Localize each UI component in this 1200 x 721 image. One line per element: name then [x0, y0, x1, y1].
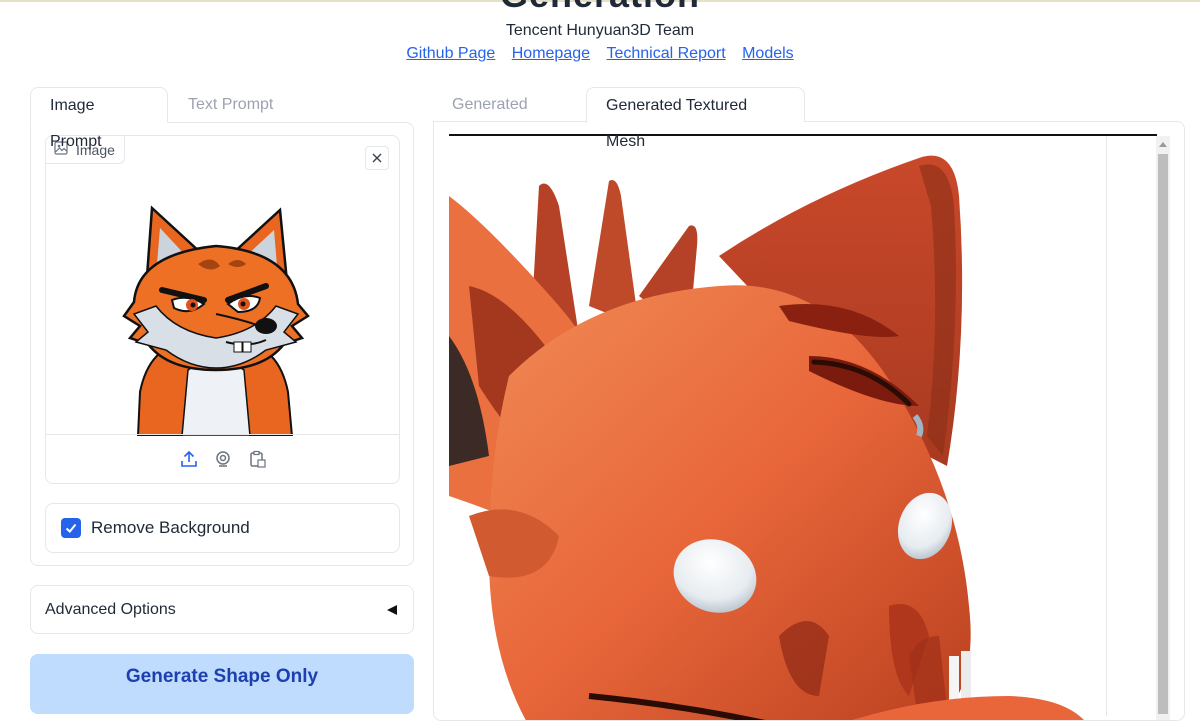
upload-icon[interactable] — [179, 449, 199, 469]
header-links: Github Page Homepage Technical Report Mo… — [0, 45, 1200, 63]
image-upload-box[interactable]: Image — [45, 135, 400, 484]
viewer-scrollbar[interactable] — [1156, 136, 1170, 720]
scroll-thumb[interactable] — [1158, 154, 1168, 714]
tab-generated-textured-mesh[interactable]: Generated Textured Mesh — [586, 87, 805, 150]
caret-left-icon — [387, 604, 397, 615]
page-title: Generation — [0, 0, 1200, 16]
uploaded-fox-image — [116, 202, 316, 437]
webcam-icon[interactable] — [213, 449, 233, 469]
close-icon — [372, 153, 382, 163]
remove-background-checkbox[interactable] — [61, 518, 81, 538]
remove-background-label: Remove Background — [91, 518, 250, 537]
advanced-options-label: Advanced Options — [45, 600, 176, 618]
textured-mesh-viewer[interactable] — [449, 136, 1157, 720]
viewer-divider — [1106, 136, 1107, 716]
team-name: Tencent Hunyuan3D Team — [505, 22, 695, 39]
checkmark-icon — [65, 523, 77, 533]
image-source-toolbar — [46, 434, 399, 483]
image-prompt-panel: Image — [30, 122, 414, 566]
tab-image-prompt[interactable]: Image Prompt — [30, 87, 168, 150]
generate-shape-button[interactable]: Generate Shape Only — [30, 654, 414, 714]
homepage-link[interactable]: Homepage — [512, 45, 590, 62]
clear-image-button[interactable] — [365, 146, 389, 170]
tab-text-prompt[interactable]: Text Prompt — [169, 87, 299, 123]
mesh-output-panel — [433, 121, 1185, 721]
technical-report-link[interactable]: Technical Report — [606, 45, 725, 62]
clipboard-icon[interactable] — [247, 449, 267, 469]
tab-generated-mesh[interactable]: Generated Mesh — [433, 87, 586, 149]
prompt-tabs: Image Prompt Text Prompt — [30, 87, 414, 150]
github-page-link[interactable]: Github Page — [406, 45, 495, 62]
models-link[interactable]: Models — [742, 45, 794, 62]
advanced-options-accordion[interactable]: Advanced Options — [30, 585, 414, 634]
output-tabs: Generated Mesh Generated Textured Mesh — [433, 87, 1185, 150]
scroll-up-arrow-icon[interactable] — [1156, 140, 1170, 150]
remove-background-option: Remove Background — [45, 503, 400, 553]
textured-mesh-render — [449, 155, 1084, 720]
